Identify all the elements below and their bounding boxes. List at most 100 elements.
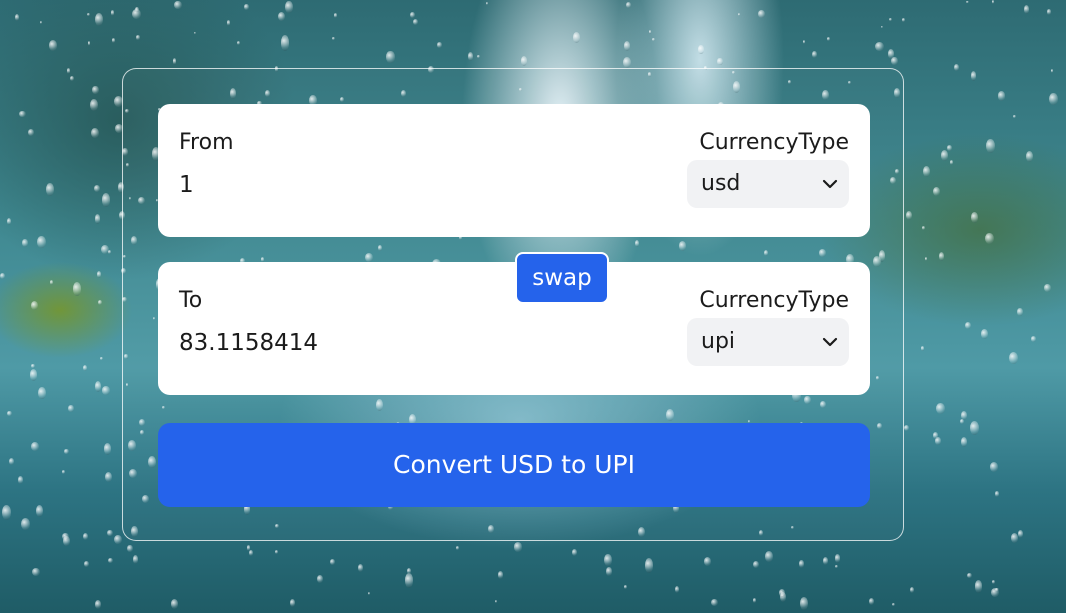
raindrop [236, 41, 240, 46]
raindrop [1018, 529, 1024, 538]
raindrop [903, 424, 909, 431]
raindrop [966, 572, 973, 579]
raindrop [880, 25, 883, 29]
raindrop [711, 598, 718, 606]
raindrop [990, 462, 999, 473]
raindrop [20, 518, 30, 531]
chevron-down-icon [822, 179, 838, 189]
raindrop [17, 476, 23, 484]
raindrop [92, 85, 99, 94]
raindrop [974, 580, 983, 593]
raindrop [35, 504, 43, 518]
raindrop [83, 365, 88, 372]
raindrop [274, 549, 279, 555]
raindrop [675, 586, 680, 594]
to-currency-select[interactable]: upi [687, 318, 849, 366]
raindrop [386, 51, 395, 63]
raindrop [572, 31, 581, 44]
convert-button[interactable]: Convert USD to UPI [158, 423, 870, 507]
raindrop [875, 41, 885, 51]
raindrop [753, 597, 757, 603]
raindrop [30, 442, 40, 452]
raindrop [100, 357, 103, 361]
from-currency-select[interactable]: usd [687, 160, 849, 208]
raindrop [1009, 352, 1019, 365]
raindrop [455, 546, 459, 550]
raindrop [939, 251, 945, 262]
raindrop [1050, 69, 1054, 74]
raindrop [698, 45, 704, 55]
raindrop [779, 589, 786, 597]
raindrop [1049, 93, 1059, 105]
raindrop [330, 559, 335, 565]
raindrop [101, 385, 111, 395]
raindrop [101, 244, 109, 254]
raindrop [7, 218, 12, 225]
raindrop [332, 36, 336, 40]
to-currency-type-label: CurrencyType [699, 288, 849, 313]
to-currency-box: To CurrencyType upi [158, 262, 870, 395]
raindrop [799, 560, 804, 569]
raindrop [246, 545, 251, 551]
raindrop [280, 35, 290, 51]
raindrop [970, 212, 978, 223]
raindrop [31, 363, 35, 368]
raindrop [66, 67, 71, 74]
raindrop [1043, 283, 1051, 292]
raindrop [970, 421, 979, 436]
raindrop [285, 0, 293, 13]
raindrop [946, 144, 953, 151]
raindrop [935, 403, 945, 415]
raindrop [84, 561, 89, 567]
raindrop [922, 226, 926, 230]
raindrop [648, 30, 651, 34]
raindrop [405, 573, 414, 588]
from-currency-box: From CurrencyType usd [158, 104, 870, 237]
raindrop [105, 472, 112, 482]
raindrop [738, 12, 741, 16]
to-amount-input[interactable] [179, 330, 579, 356]
raindrop [21, 238, 28, 248]
raindrop [64, 449, 69, 454]
raindrop [37, 235, 46, 249]
raindrop [70, 75, 75, 81]
raindrop [7, 411, 12, 417]
raindrop [985, 232, 995, 244]
raindrop [107, 529, 113, 537]
raindrop [498, 571, 504, 579]
raindrop [991, 587, 1000, 597]
raindrop [986, 138, 996, 153]
raindrop [494, 600, 498, 604]
from-amount-input[interactable] [179, 172, 579, 198]
raindrop [799, 596, 809, 610]
raindrop [86, 12, 90, 16]
raindrop [604, 553, 613, 567]
raindrop [652, 38, 655, 41]
raindrop [15, 14, 20, 22]
raindrop [717, 57, 723, 66]
raindrop [170, 598, 179, 609]
raindrop [486, 2, 489, 5]
raindrop [623, 57, 632, 69]
raindrop [193, 31, 197, 35]
raindrop [950, 160, 953, 165]
raindrop [87, 41, 91, 46]
raindrop [0, 273, 5, 279]
raindrop [108, 558, 114, 564]
raindrop [244, 4, 249, 11]
raindrop [467, 52, 473, 61]
raindrop [110, 9, 115, 16]
raindrop [970, 71, 976, 81]
raindrop [933, 186, 940, 196]
raindrop [960, 436, 967, 447]
chevron-down-icon [822, 337, 838, 347]
raindrop [624, 41, 631, 51]
raindrop [1013, 114, 1016, 119]
raindrop [132, 555, 139, 565]
raindrop [406, 568, 411, 574]
raindrop [29, 369, 38, 381]
swap-button[interactable]: swap [515, 252, 609, 304]
to-currency-value: upi [701, 329, 736, 354]
raindrop [1026, 150, 1034, 163]
from-currency-value: usd [701, 171, 741, 196]
